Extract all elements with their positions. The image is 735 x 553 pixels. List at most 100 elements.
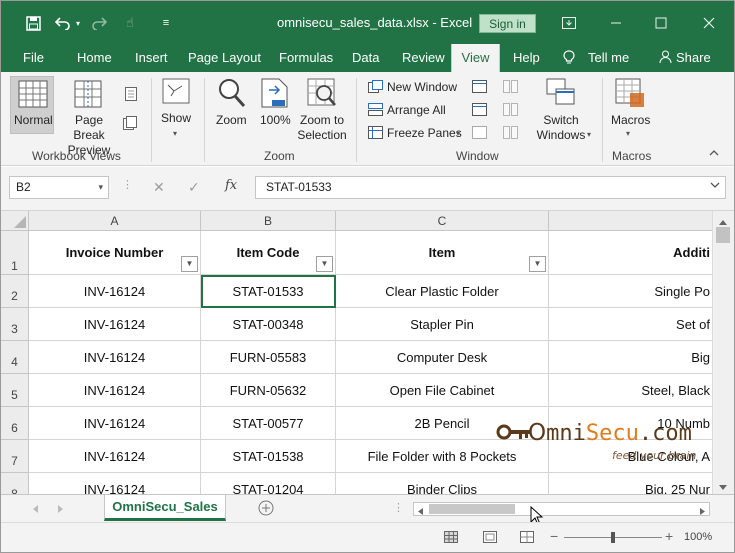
tab-data[interactable]: Data — [346, 44, 385, 72]
arrange-all-label[interactable]: Arrange All — [387, 103, 446, 117]
horizontal-scrollbar[interactable] — [413, 502, 710, 516]
zoom-out-icon[interactable]: − — [550, 528, 558, 544]
name-box[interactable]: B2 ▾ — [9, 176, 109, 199]
vertical-scroll-thumb[interactable] — [716, 227, 730, 243]
zoom-icon[interactable] — [218, 78, 246, 111]
header-cell-item[interactable]: Item ▼ — [336, 231, 549, 275]
formula-bar-options-icon[interactable]: ⋮ — [122, 178, 133, 191]
tab-insert[interactable]: Insert — [129, 44, 174, 72]
column-header-c[interactable]: C — [336, 211, 549, 231]
undo-icon[interactable] — [53, 12, 73, 34]
table-cell[interactable]: Set of — [549, 308, 712, 341]
row-header-1[interactable]: 1 — [1, 231, 29, 275]
view-side-by-side-icon[interactable] — [503, 80, 518, 96]
zoom-label[interactable]: Zoom — [216, 113, 247, 127]
table-cell[interactable]: INV-16124 — [29, 308, 201, 341]
formula-input[interactable]: STAT-01533 — [255, 176, 726, 199]
table-cell[interactable]: FURN-05632 — [201, 374, 336, 407]
tab-review[interactable]: Review — [396, 44, 451, 72]
column-header-a[interactable]: A — [29, 211, 201, 231]
scroll-left-icon[interactable] — [417, 505, 424, 519]
row-header[interactable]: 2 — [1, 275, 29, 308]
selected-cell-b2[interactable]: STAT-01533 — [201, 275, 336, 308]
share-button[interactable]: Share — [670, 44, 717, 72]
select-all-corner[interactable] — [1, 211, 29, 231]
normal-view-label[interactable]: Normal — [14, 113, 53, 127]
row-header[interactable]: 6 — [1, 407, 29, 440]
macros-icon[interactable] — [615, 78, 645, 111]
row-header[interactable]: 3 — [1, 308, 29, 341]
next-sheet-icon[interactable] — [57, 503, 65, 517]
table-cell[interactable]: STAT-00348 — [201, 308, 336, 341]
header-cell-additional[interactable]: Additi — [549, 231, 712, 275]
show-dropdown-icon[interactable]: ▾ — [173, 129, 177, 138]
normal-view-icon[interactable] — [18, 80, 48, 111]
header-cell-item-code[interactable]: Item Code ▼ — [201, 231, 336, 275]
tell-me-icon[interactable] — [561, 44, 581, 72]
touch-mode-icon[interactable]: ☝ — [119, 12, 141, 34]
maximize-icon[interactable] — [649, 11, 673, 35]
reset-window-position-icon[interactable] — [503, 126, 518, 142]
zoom-level[interactable]: 100% — [684, 531, 712, 543]
freeze-panes-label[interactable]: Freeze Panes — [387, 126, 462, 140]
redo-icon[interactable] — [89, 12, 109, 34]
tab-help[interactable]: Help — [507, 44, 546, 72]
header-cell-invoice-number[interactable]: Invoice Number ▼ — [29, 231, 201, 275]
table-cell[interactable]: Binder Clips — [336, 473, 549, 494]
macros-label[interactable]: Macros — [611, 113, 650, 127]
table-cell[interactable]: STAT-01204 — [201, 473, 336, 494]
page-break-preview-icon[interactable] — [74, 80, 102, 111]
vertical-scrollbar[interactable] — [712, 211, 734, 494]
table-cell[interactable]: Stapler Pin — [336, 308, 549, 341]
table-cell[interactable]: STAT-01538 — [201, 440, 336, 473]
switch-windows-dropdown-icon[interactable]: ▾ — [587, 130, 591, 139]
tab-formulas[interactable]: Formulas — [273, 44, 339, 72]
switch-windows-icon[interactable] — [546, 78, 576, 109]
zoom-in-icon[interactable]: + — [665, 528, 673, 544]
table-cell[interactable]: INV-16124 — [29, 374, 201, 407]
new-sheet-icon[interactable] — [258, 500, 274, 519]
freeze-panes-icon[interactable] — [368, 126, 383, 142]
undo-dropdown-icon[interactable]: ▾ — [73, 12, 83, 34]
row-header[interactable]: 7 — [1, 440, 29, 473]
zoom-to-selection-button[interactable]: Zoom to Selection — [294, 113, 350, 143]
arrange-all-icon[interactable] — [368, 103, 383, 119]
sign-in-button[interactable]: Sign in — [479, 14, 536, 33]
customize-toolbar-icon[interactable]: ≡ — [161, 12, 171, 34]
freeze-panes-dropdown-icon[interactable]: ▾ — [456, 129, 460, 138]
table-cell[interactable]: Computer Desk — [336, 341, 549, 374]
filter-dropdown-icon[interactable]: ▼ — [181, 256, 198, 272]
table-cell[interactable]: Single Po — [549, 275, 712, 308]
macros-dropdown-icon[interactable]: ▾ — [626, 129, 630, 138]
tab-page-layout[interactable]: Page Layout — [182, 44, 267, 72]
scroll-right-icon[interactable] — [699, 505, 706, 519]
normal-view-status-icon[interactable] — [444, 531, 458, 546]
zoom-100-icon[interactable] — [261, 78, 289, 111]
row-header[interactable]: 4 — [1, 341, 29, 374]
show-icon[interactable] — [162, 78, 190, 107]
row-header[interactable]: 5 — [1, 374, 29, 407]
new-window-icon[interactable] — [368, 80, 383, 96]
switch-windows-button[interactable]: Switch Windows — [529, 113, 593, 143]
previous-sheet-icon[interactable] — [31, 503, 39, 517]
close-icon[interactable] — [697, 11, 721, 35]
synchronous-scrolling-icon[interactable] — [503, 103, 518, 119]
table-cell[interactable]: STAT-00577 — [201, 407, 336, 440]
unhide-window-icon[interactable] — [472, 126, 487, 142]
horizontal-scroll-thumb[interactable] — [429, 504, 515, 514]
table-cell[interactable]: INV-16124 — [29, 407, 201, 440]
tab-home[interactable]: Home — [71, 44, 118, 72]
page-break-status-icon[interactable] — [520, 531, 534, 546]
name-box-dropdown-icon[interactable]: ▾ — [98, 177, 103, 198]
table-cell[interactable]: Clear Plastic Folder — [336, 275, 549, 308]
table-cell[interactable]: INV-16124 — [29, 440, 201, 473]
expand-formula-bar-icon[interactable] — [710, 181, 720, 192]
minimize-icon[interactable] — [604, 11, 628, 35]
cancel-icon[interactable]: ✕ — [153, 179, 165, 196]
table-cell[interactable]: INV-16124 — [29, 473, 201, 494]
show-label[interactable]: Show — [161, 111, 191, 125]
row-header[interactable]: 8 — [1, 473, 29, 494]
tab-split-handle-icon[interactable]: ⋮ — [393, 501, 404, 514]
table-cell[interactable]: FURN-05583 — [201, 341, 336, 374]
table-cell[interactable]: Open File Cabinet — [336, 374, 549, 407]
